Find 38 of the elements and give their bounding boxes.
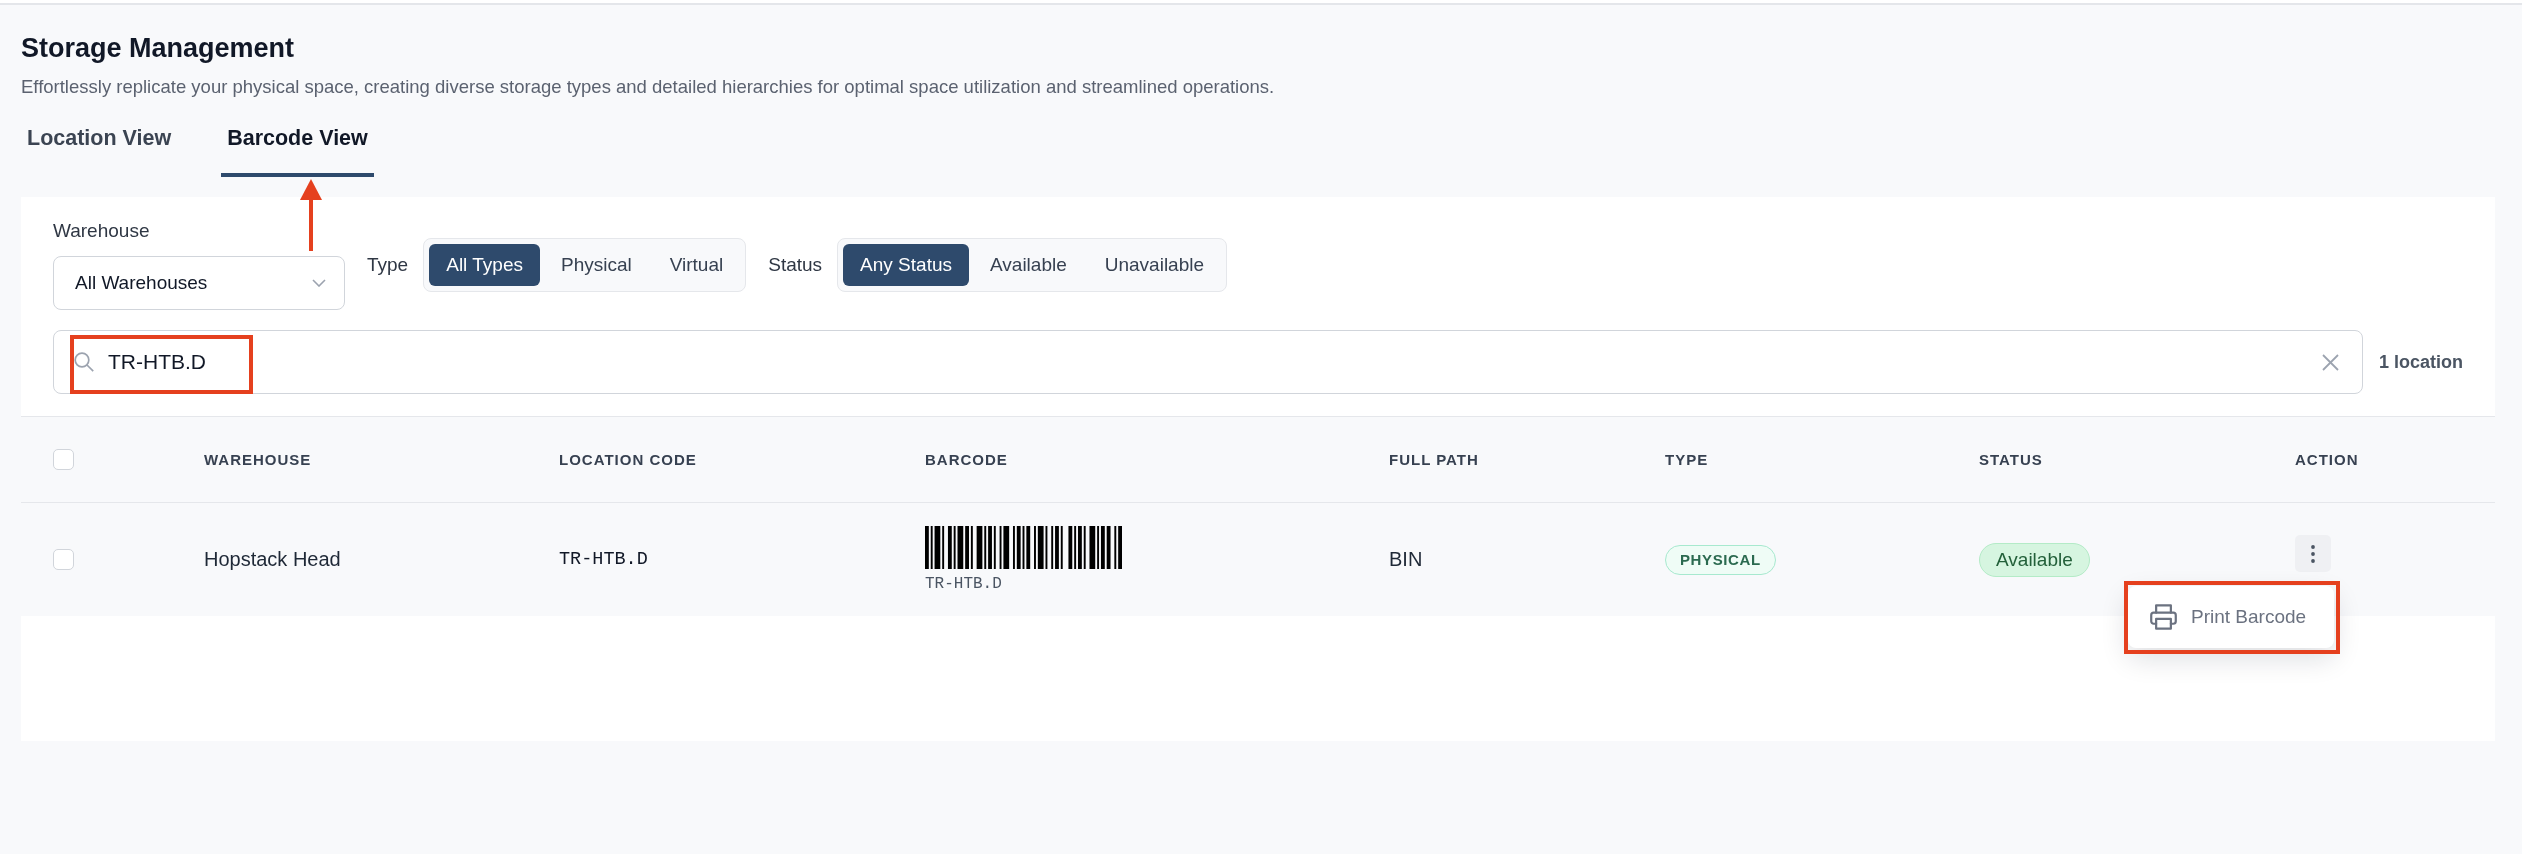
row-checkbox[interactable]	[53, 549, 74, 570]
status-badge: Available	[1979, 542, 2090, 577]
table-cell: BIN	[1389, 548, 1423, 570]
column-header: BARCODE	[925, 451, 1009, 468]
printer-icon	[2150, 604, 2177, 630]
page-title: Storage Management	[21, 32, 296, 64]
search-icon	[74, 352, 94, 372]
table-cell: Hopstack Head	[204, 548, 341, 570]
column-header: STATUS	[1979, 451, 2044, 468]
column-header: ACTION	[2295, 451, 2360, 468]
vertical-dots-icon	[2311, 544, 2315, 563]
page-description: Effortlessly replicate your physical space, creating diverse storage types and detailed hierarchies for optimal space utilization and streamlined operations.	[21, 75, 1276, 99]
menu-item[interactable]: Print Barcode	[2150, 604, 2307, 630]
column-header: FULL PATH	[1389, 451, 1480, 468]
result-count: 1 location	[2379, 351, 2463, 373]
column-header: TYPE	[1665, 451, 1710, 468]
search-field[interactable]: TR-HTB.D	[53, 330, 2363, 394]
column-header: LOCATION CODE	[559, 451, 698, 468]
filter-label: Warehouse	[53, 220, 151, 242]
segment-button[interactable]: Physical	[543, 244, 649, 286]
view-tab[interactable]: Location View	[21, 113, 178, 177]
barcode-label: TR-HTB.D	[925, 575, 1002, 593]
row-actions-button[interactable]	[2295, 535, 2331, 572]
segment-button[interactable]: Unavailable	[1087, 244, 1222, 286]
segment-button[interactable]: Virtual	[652, 244, 741, 286]
select-all-checkbox[interactable]	[53, 449, 74, 470]
column-header: WAREHOUSE	[204, 451, 313, 468]
filter-label: Status	[768, 254, 823, 276]
segment-button[interactable]: Available	[973, 244, 1084, 286]
view-tab[interactable]: Barcode View	[221, 113, 374, 177]
segment-button[interactable]: All Types	[429, 244, 540, 286]
type-badge: PHYSICAL	[1665, 544, 1776, 575]
chevron-down-icon	[312, 279, 326, 287]
table-cell: TR-HTB.D	[559, 549, 648, 570]
segment-button[interactable]: Any Status	[843, 244, 969, 286]
filter-label: Type	[367, 254, 409, 276]
warehouse-select[interactable]: All Warehouses	[53, 256, 345, 310]
close-icon[interactable]	[2322, 353, 2339, 371]
